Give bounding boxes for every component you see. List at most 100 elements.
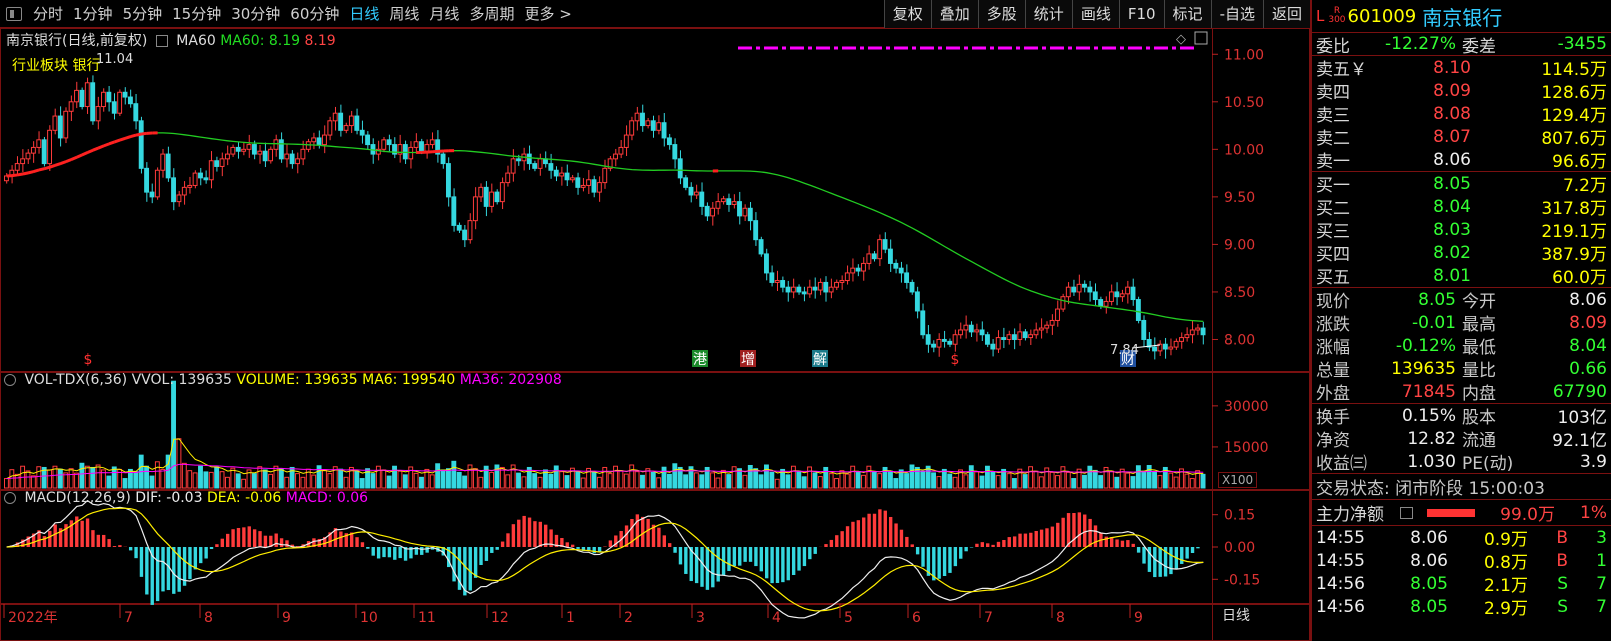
candle bbox=[386, 139, 392, 146]
volume-menu-icon[interactable] bbox=[4, 374, 16, 386]
candle bbox=[882, 239, 888, 250]
candle bbox=[494, 191, 500, 203]
volume-bar bbox=[499, 466, 505, 489]
candle bbox=[289, 153, 295, 165]
volume-bar bbox=[931, 472, 936, 489]
event-mark[interactable]: $ bbox=[84, 352, 93, 368]
volume-bar bbox=[1071, 478, 1077, 489]
stat-value-2: 0.66 bbox=[1569, 358, 1607, 379]
tab-4[interactable]: 30分钟 bbox=[226, 0, 285, 28]
tick-volume: 2.9万 bbox=[1483, 599, 1528, 619]
volume-unit: X100 bbox=[1218, 472, 1258, 488]
volume-bar bbox=[661, 466, 667, 489]
event-mark[interactable]: 解 bbox=[813, 352, 827, 368]
volume-bar bbox=[224, 476, 230, 489]
tool-0[interactable]: 复权 bbox=[883, 0, 931, 28]
candle bbox=[683, 177, 689, 188]
x-tick-label: 3 bbox=[696, 610, 705, 626]
candle bbox=[305, 141, 311, 150]
volume-bar bbox=[553, 465, 559, 489]
candle bbox=[666, 137, 672, 146]
volume-bar bbox=[9, 469, 15, 489]
volume-bar bbox=[419, 476, 424, 489]
ma60-rising-segment bbox=[33, 168, 40, 173]
volume-bar bbox=[375, 465, 381, 489]
tick-side: S bbox=[1557, 596, 1568, 617]
vvol: VVOL: 139635 bbox=[131, 372, 232, 388]
tool-1[interactable]: 叠加 bbox=[930, 0, 978, 28]
tool-2[interactable]: 多股 bbox=[977, 0, 1025, 28]
volume-bar bbox=[386, 475, 392, 489]
volume-bar bbox=[370, 473, 376, 489]
tool-8[interactable]: 返回 bbox=[1262, 0, 1310, 28]
candle bbox=[63, 110, 69, 139]
candle bbox=[731, 201, 737, 205]
volume-bar bbox=[338, 468, 344, 489]
tab-8[interactable]: 月线 bbox=[424, 0, 464, 28]
candle bbox=[354, 115, 360, 131]
tab-10[interactable]: 更多 > bbox=[519, 0, 576, 28]
volume-bar bbox=[904, 473, 910, 489]
stat2-value-2: 3.9 bbox=[1579, 451, 1607, 472]
tool-4[interactable]: 画线 bbox=[1071, 0, 1119, 28]
candle bbox=[828, 286, 834, 293]
price-tick-label: 8.00 bbox=[1224, 332, 1255, 348]
ma60-rising-segment bbox=[86, 148, 94, 154]
tab-6[interactable]: 日线 bbox=[344, 0, 384, 28]
tool-7[interactable]: -自选 bbox=[1210, 0, 1263, 28]
tool-6[interactable]: 标记 bbox=[1163, 0, 1211, 28]
volume-bar bbox=[122, 478, 128, 489]
candle bbox=[979, 329, 985, 336]
candle bbox=[101, 91, 106, 108]
stat2-label: 收益㈢ bbox=[1316, 454, 1367, 474]
panel-toggle-icon[interactable] bbox=[6, 6, 22, 21]
tab-5[interactable]: 60分钟 bbox=[285, 0, 344, 28]
price-tick-label: 8.50 bbox=[1224, 285, 1255, 301]
candle bbox=[251, 144, 257, 155]
volume-value: VOLUME: 139635 bbox=[236, 372, 358, 388]
volume-bar bbox=[1184, 473, 1190, 489]
candle bbox=[618, 146, 624, 155]
tab-3[interactable]: 15分钟 bbox=[167, 0, 226, 28]
volume-bar bbox=[618, 470, 624, 489]
badge-bottom: 300 bbox=[1328, 15, 1346, 25]
candle bbox=[871, 253, 877, 260]
tab-0[interactable]: 分时 bbox=[28, 0, 68, 28]
volume-bar bbox=[25, 470, 31, 489]
event-mark[interactable]: 港 bbox=[693, 352, 707, 368]
macd-menu-icon[interactable] bbox=[4, 492, 16, 504]
candle bbox=[1055, 308, 1060, 321]
candle bbox=[909, 281, 915, 293]
price-tick-label: 9.50 bbox=[1224, 190, 1255, 206]
kline-chart[interactable]: 11.0010.5010.009.509.008.508.00300001500… bbox=[0, 28, 1310, 641]
tab-9[interactable]: 多周期 bbox=[464, 0, 519, 28]
buys-price: 8.02 bbox=[1433, 242, 1471, 263]
event-mark[interactable]: 增 bbox=[741, 352, 755, 368]
volume-bar bbox=[106, 475, 112, 489]
tab-2[interactable]: 5分钟 bbox=[118, 0, 168, 28]
candle bbox=[704, 205, 710, 217]
event-mark[interactable]: $ bbox=[951, 352, 960, 368]
diamond-icon[interactable]: ◇ bbox=[1176, 32, 1186, 47]
tool-3[interactable]: 统计 bbox=[1024, 0, 1072, 28]
candle bbox=[284, 153, 290, 160]
tab-1[interactable]: 1分钟 bbox=[68, 0, 118, 28]
candle bbox=[246, 144, 252, 150]
candle bbox=[413, 141, 419, 148]
ma60-rising-segment bbox=[54, 162, 62, 167]
volume-bar bbox=[909, 464, 915, 489]
tab-7[interactable]: 周线 bbox=[384, 0, 424, 28]
price-tick-label: 10.00 bbox=[1224, 142, 1264, 158]
candle bbox=[1184, 334, 1190, 339]
macd-header: MACD(12,26,9) DIF: -0.03 DEA: -0.06 MACD… bbox=[4, 490, 368, 506]
candle bbox=[596, 182, 602, 193]
candle bbox=[273, 139, 279, 150]
volume-bar bbox=[456, 471, 462, 489]
macd-dif: DIF: -0.03 bbox=[135, 490, 203, 506]
volume-bar bbox=[693, 472, 699, 489]
list-icon[interactable] bbox=[1400, 506, 1413, 519]
candle bbox=[699, 191, 705, 207]
candle bbox=[133, 103, 139, 122]
tool-5[interactable]: F10 bbox=[1118, 0, 1164, 28]
indicator-menu-icon[interactable] bbox=[155, 35, 168, 47]
